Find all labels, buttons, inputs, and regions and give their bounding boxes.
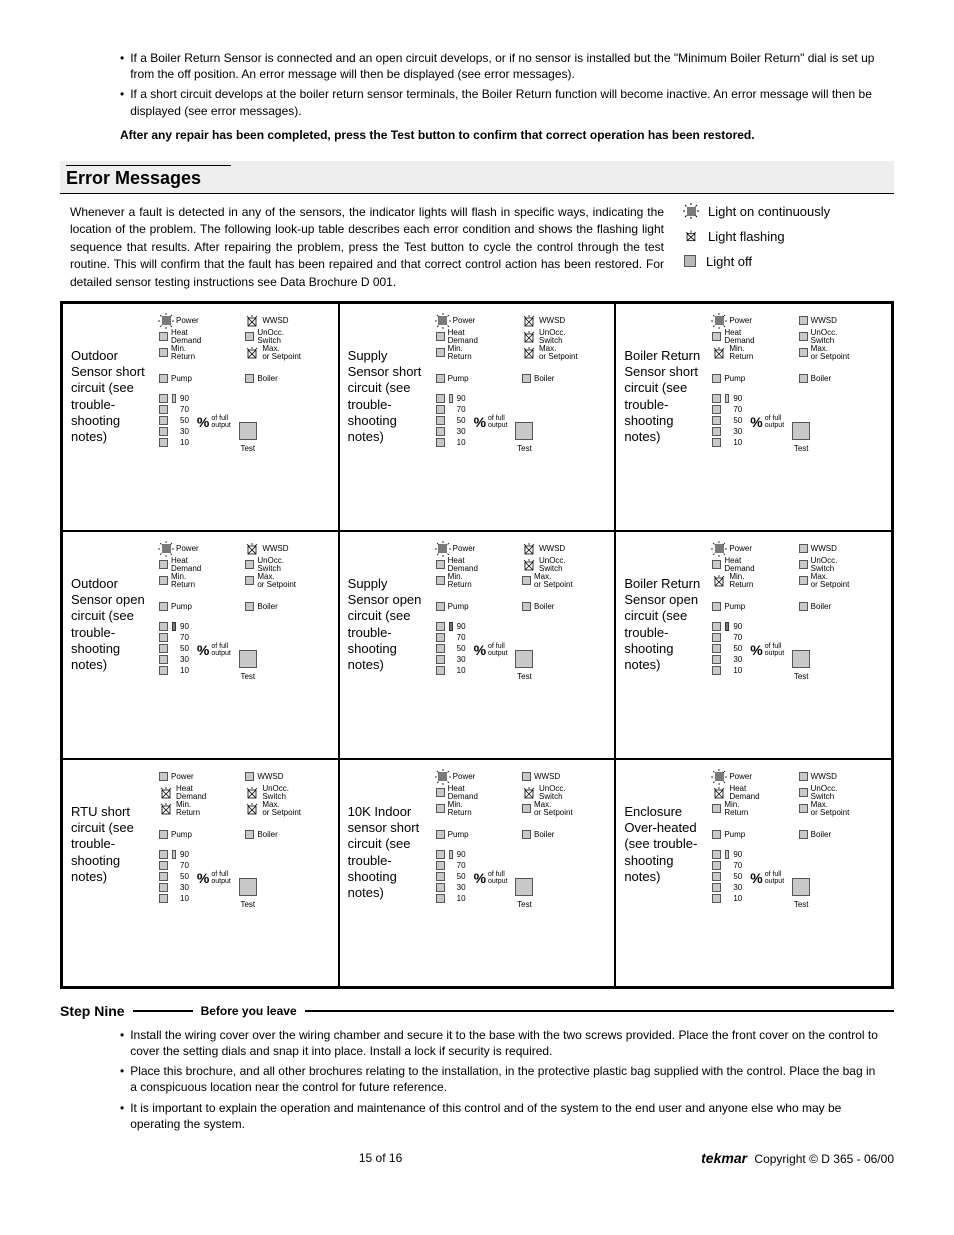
error-grid: Outdoor Sensor short circuit (see troubl… [60, 301, 894, 989]
intro-text: Whenever a fault is detected in any of t… [70, 204, 664, 291]
cell-label: Enclosure Over-heated (see trouble-shoot… [624, 770, 706, 978]
footer: 15 of 16 tekmar Copyright © D 365 - 06/0… [60, 1150, 894, 1166]
bullet-text: Install the wiring cover over the wiring… [130, 1027, 884, 1059]
light-off-icon [684, 255, 696, 267]
legend-off-label: Light off [706, 254, 752, 269]
error-cell: Supply Sensor open circuit (see trouble-… [339, 531, 616, 759]
indicator-panel: Power WWSD HeatDemand UnOcc.Switch Min.R… [159, 770, 332, 978]
indicator-panel: Power WWSD HeatDemand UnOcc.Switch Min.R… [436, 542, 609, 750]
indicator-panel: Power WWSD HeatDemand UnOcc.Switch Min.R… [159, 542, 332, 750]
indicator-panel: Power WWSD HeatDemand UnOcc.Switch Min.R… [712, 770, 885, 978]
cell-label: 10K Indoor sensor short circuit (see tro… [348, 770, 430, 978]
top-bullets: •If a Boiler Return Sensor is connected … [120, 50, 884, 119]
step-bullets: •Install the wiring cover over the wirin… [120, 1027, 884, 1132]
step-heading: Step Nine Before you leave [60, 1003, 894, 1019]
light-flash-icon [684, 230, 698, 242]
cell-label: Supply Sensor short circuit (see trouble… [348, 314, 430, 522]
cell-label: Outdoor Sensor open circuit (see trouble… [71, 542, 153, 750]
bold-instruction: After any repair has been completed, pre… [120, 127, 894, 143]
bullet-text: If a Boiler Return Sensor is connected a… [130, 50, 884, 82]
error-cell: Outdoor Sensor open circuit (see trouble… [62, 531, 339, 759]
cell-label: Supply Sensor open circuit (see trouble-… [348, 542, 430, 750]
step-number: Step Nine [60, 1003, 125, 1019]
error-cell: Enclosure Over-heated (see trouble-shoot… [615, 759, 892, 987]
indicator-panel: Power WWSD HeatDemand UnOcc.Switch Min.R… [712, 314, 885, 522]
legend-on-label: Light on continuously [708, 204, 830, 219]
footer-copyright: Copyright © D 365 - 06/00 [754, 1152, 894, 1166]
footer-brand: tekmar [701, 1150, 747, 1166]
bullet-text: If a short circuit develops at the boile… [130, 86, 884, 118]
error-cell: Boiler Return Sensor open circuit (see t… [615, 531, 892, 759]
bullet-text: Place this brochure, and all other broch… [130, 1063, 884, 1095]
indicator-panel: Power WWSD HeatDemand UnOcc.Switch Min.R… [436, 314, 609, 522]
error-cell: Boiler Return Sensor short circuit (see … [615, 303, 892, 531]
indicator-panel: Power WWSD HeatDemand UnOcc.Switch Min.R… [712, 542, 885, 750]
cell-label: Outdoor Sensor short circuit (see troubl… [71, 314, 153, 522]
indicator-panel: Power WWSD HeatDemand UnOcc.Switch Min.R… [159, 314, 332, 522]
error-cell: Supply Sensor short circuit (see trouble… [339, 303, 616, 531]
indicator-panel: Power WWSD HeatDemand UnOcc.Switch Min.R… [436, 770, 609, 978]
bullet-text: It is important to explain the operation… [130, 1100, 884, 1132]
cell-label: Boiler Return Sensor open circuit (see t… [624, 542, 706, 750]
page-number: 15 of 16 [60, 1151, 701, 1165]
section-title: Error Messages [66, 165, 231, 189]
error-cell: RTU short circuit (see trouble-shooting … [62, 759, 339, 987]
error-cell: 10K Indoor sensor short circuit (see tro… [339, 759, 616, 987]
section-header: Error Messages [60, 161, 894, 194]
cell-label: Boiler Return Sensor short circuit (see … [624, 314, 706, 522]
legend: Light on continuously Light flashing Lig… [684, 204, 884, 291]
error-cell: Outdoor Sensor short circuit (see troubl… [62, 303, 339, 531]
step-subtitle: Before you leave [201, 1004, 297, 1018]
legend-flash-label: Light flashing [708, 229, 785, 244]
cell-label: RTU short circuit (see trouble-shooting … [71, 770, 153, 978]
light-on-icon [684, 204, 698, 218]
